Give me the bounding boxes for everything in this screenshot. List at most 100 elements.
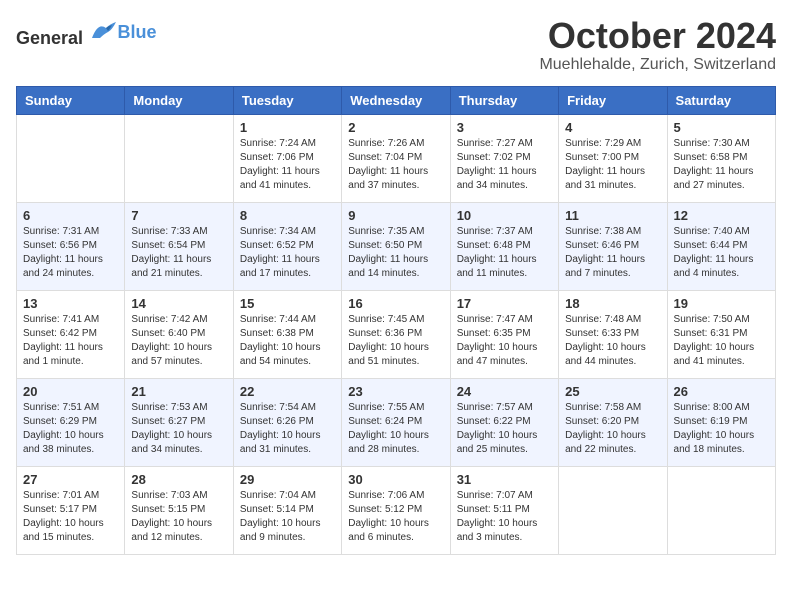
calendar-cell: 2 Sunrise: 7:26 AM Sunset: 7:04 PM Daylig… — [342, 114, 450, 202]
calendar-cell: 10 Sunrise: 7:37 AM Sunset: 6:48 PM Dayli… — [450, 202, 558, 290]
logo-blue-text: Blue — [118, 22, 157, 43]
calendar-cell: 16 Sunrise: 7:45 AM Sunset: 6:36 PM Dayli… — [342, 290, 450, 378]
calendar-cell: 23 Sunrise: 7:55 AM Sunset: 6:24 PM Dayli… — [342, 378, 450, 466]
day-number: 24 — [457, 384, 552, 399]
day-number: 10 — [457, 208, 552, 223]
cell-content: Sunrise: 7:26 AM Sunset: 7:04 PM Dayligh… — [348, 137, 443, 193]
calendar-cell: 28 Sunrise: 7:03 AM Sunset: 5:15 PM Dayli… — [125, 466, 233, 554]
day-number: 22 — [240, 384, 335, 399]
calendar-cell: 7 Sunrise: 7:33 AM Sunset: 6:54 PM Daylig… — [125, 202, 233, 290]
weekday-header-monday: Monday — [125, 86, 233, 114]
calendar-cell: 12Sunrise: 7:40 AM Sunset: 6:44 PM Dayli… — [667, 202, 775, 290]
cell-content: Sunrise: 7:31 AM Sunset: 6:56 PM Dayligh… — [23, 225, 118, 281]
calendar-cell: 29 Sunrise: 7:04 AM Sunset: 5:14 PM Dayli… — [233, 466, 341, 554]
day-number: 7 — [131, 208, 226, 223]
calendar-cell — [559, 466, 667, 554]
day-number: 18 — [565, 296, 660, 311]
calendar-cell: 30 Sunrise: 7:06 AM Sunset: 5:12 PM Dayli… — [342, 466, 450, 554]
logo: General Blue — [16, 16, 157, 49]
cell-content: Sunrise: 7:33 AM Sunset: 6:54 PM Dayligh… — [131, 225, 226, 281]
day-number: 2 — [348, 120, 443, 135]
day-number: 8 — [240, 208, 335, 223]
cell-content: Sunrise: 7:40 AM Sunset: 6:44 PM Dayligh… — [674, 225, 769, 281]
cell-content: Sunrise: 7:48 AM Sunset: 6:33 PM Dayligh… — [565, 313, 660, 369]
cell-content: Sunrise: 7:41 AM Sunset: 6:42 PM Dayligh… — [23, 313, 118, 369]
calendar-cell: 20Sunrise: 7:51 AM Sunset: 6:29 PM Dayli… — [17, 378, 125, 466]
cell-content: Sunrise: 7:42 AM Sunset: 6:40 PM Dayligh… — [131, 313, 226, 369]
weekday-header-sunday: Sunday — [17, 86, 125, 114]
cell-content: Sunrise: 7:54 AM Sunset: 6:26 PM Dayligh… — [240, 401, 335, 457]
calendar-cell: 5Sunrise: 7:30 AM Sunset: 6:58 PM Daylig… — [667, 114, 775, 202]
weekday-header-friday: Friday — [559, 86, 667, 114]
day-number: 16 — [348, 296, 443, 311]
calendar-cell: 11 Sunrise: 7:38 AM Sunset: 6:46 PM Dayli… — [559, 202, 667, 290]
day-number: 9 — [348, 208, 443, 223]
calendar-cell: 1Sunrise: 7:24 AM Sunset: 7:06 PM Daylig… — [233, 114, 341, 202]
calendar-cell — [17, 114, 125, 202]
day-number: 30 — [348, 472, 443, 487]
weekday-header-saturday: Saturday — [667, 86, 775, 114]
calendar-cell: 17 Sunrise: 7:47 AM Sunset: 6:35 PM Dayli… — [450, 290, 558, 378]
cell-content: Sunrise: 7:51 AM Sunset: 6:29 PM Dayligh… — [23, 401, 118, 457]
cell-content: Sunrise: 7:44 AM Sunset: 6:38 PM Dayligh… — [240, 313, 335, 369]
day-number: 6 — [23, 208, 118, 223]
calendar-week-4: 20Sunrise: 7:51 AM Sunset: 6:29 PM Dayli… — [17, 378, 776, 466]
weekday-header-wednesday: Wednesday — [342, 86, 450, 114]
day-number: 3 — [457, 120, 552, 135]
day-number: 23 — [348, 384, 443, 399]
day-number: 29 — [240, 472, 335, 487]
calendar-cell: 14 Sunrise: 7:42 AM Sunset: 6:40 PM Dayli… — [125, 290, 233, 378]
cell-content: Sunrise: 7:01 AM Sunset: 5:17 PM Dayligh… — [23, 489, 118, 545]
calendar-cell — [667, 466, 775, 554]
calendar-cell: 19Sunrise: 7:50 AM Sunset: 6:31 PM Dayli… — [667, 290, 775, 378]
day-number: 15 — [240, 296, 335, 311]
cell-content: Sunrise: 7:06 AM Sunset: 5:12 PM Dayligh… — [348, 489, 443, 545]
cell-content: Sunrise: 7:04 AM Sunset: 5:14 PM Dayligh… — [240, 489, 335, 545]
day-number: 19 — [674, 296, 769, 311]
day-number: 13 — [23, 296, 118, 311]
weekday-header-thursday: Thursday — [450, 86, 558, 114]
calendar-week-1: 1Sunrise: 7:24 AM Sunset: 7:06 PM Daylig… — [17, 114, 776, 202]
logo-bird-icon — [90, 16, 118, 44]
day-number: 14 — [131, 296, 226, 311]
day-number: 1 — [240, 120, 335, 135]
calendar-cell: 6 Sunrise: 7:31 AM Sunset: 6:56 PM Daylig… — [17, 202, 125, 290]
cell-content: Sunrise: 7:37 AM Sunset: 6:48 PM Dayligh… — [457, 225, 552, 281]
cell-content: Sunrise: 7:34 AM Sunset: 6:52 PM Dayligh… — [240, 225, 335, 281]
header: General Blue October 2024 Muehlehalde, Z… — [16, 16, 776, 74]
calendar-cell: 15 Sunrise: 7:44 AM Sunset: 6:38 PM Dayli… — [233, 290, 341, 378]
location-title: Muehlehalde, Zurich, Switzerland — [539, 56, 776, 74]
calendar-cell: 21Sunrise: 7:53 AM Sunset: 6:27 PM Dayli… — [125, 378, 233, 466]
day-number: 5 — [674, 120, 769, 135]
cell-content: Sunrise: 7:07 AM Sunset: 5:11 PM Dayligh… — [457, 489, 552, 545]
title-area: October 2024 Muehlehalde, Zurich, Switze… — [539, 16, 776, 74]
day-number: 11 — [565, 208, 660, 223]
day-number: 27 — [23, 472, 118, 487]
calendar-cell: 13 Sunrise: 7:41 AM Sunset: 6:42 PM Dayli… — [17, 290, 125, 378]
day-number: 28 — [131, 472, 226, 487]
cell-content: Sunrise: 7:53 AM Sunset: 6:27 PM Dayligh… — [131, 401, 226, 457]
day-number: 31 — [457, 472, 552, 487]
calendar-cell — [125, 114, 233, 202]
cell-content: Sunrise: 7:55 AM Sunset: 6:24 PM Dayligh… — [348, 401, 443, 457]
cell-content: Sunrise: 7:47 AM Sunset: 6:35 PM Dayligh… — [457, 313, 552, 369]
day-number: 4 — [565, 120, 660, 135]
cell-content: Sunrise: 7:03 AM Sunset: 5:15 PM Dayligh… — [131, 489, 226, 545]
calendar-cell: 27 Sunrise: 7:01 AM Sunset: 5:17 PM Dayli… — [17, 466, 125, 554]
cell-content: Sunrise: 8:00 AM Sunset: 6:19 PM Dayligh… — [674, 401, 769, 457]
calendar-cell: 26 Sunrise: 8:00 AM Sunset: 6:19 PM Dayli… — [667, 378, 775, 466]
calendar-cell: 25 Sunrise: 7:58 AM Sunset: 6:20 PM Dayli… — [559, 378, 667, 466]
cell-content: Sunrise: 7:38 AM Sunset: 6:46 PM Dayligh… — [565, 225, 660, 281]
cell-content: Sunrise: 7:45 AM Sunset: 6:36 PM Dayligh… — [348, 313, 443, 369]
day-number: 26 — [674, 384, 769, 399]
month-title: October 2024 — [539, 16, 776, 56]
cell-content: Sunrise: 7:58 AM Sunset: 6:20 PM Dayligh… — [565, 401, 660, 457]
day-number: 17 — [457, 296, 552, 311]
calendar-cell: 8 Sunrise: 7:34 AM Sunset: 6:52 PM Daylig… — [233, 202, 341, 290]
calendar-cell: 22 Sunrise: 7:54 AM Sunset: 6:26 PM Dayli… — [233, 378, 341, 466]
calendar-table: SundayMondayTuesdayWednesdayThursdayFrid… — [16, 86, 776, 555]
calendar-week-2: 6 Sunrise: 7:31 AM Sunset: 6:56 PM Daylig… — [17, 202, 776, 290]
day-number: 25 — [565, 384, 660, 399]
calendar-cell: 9Sunrise: 7:35 AM Sunset: 6:50 PM Daylig… — [342, 202, 450, 290]
logo-general-text: General — [16, 28, 83, 48]
